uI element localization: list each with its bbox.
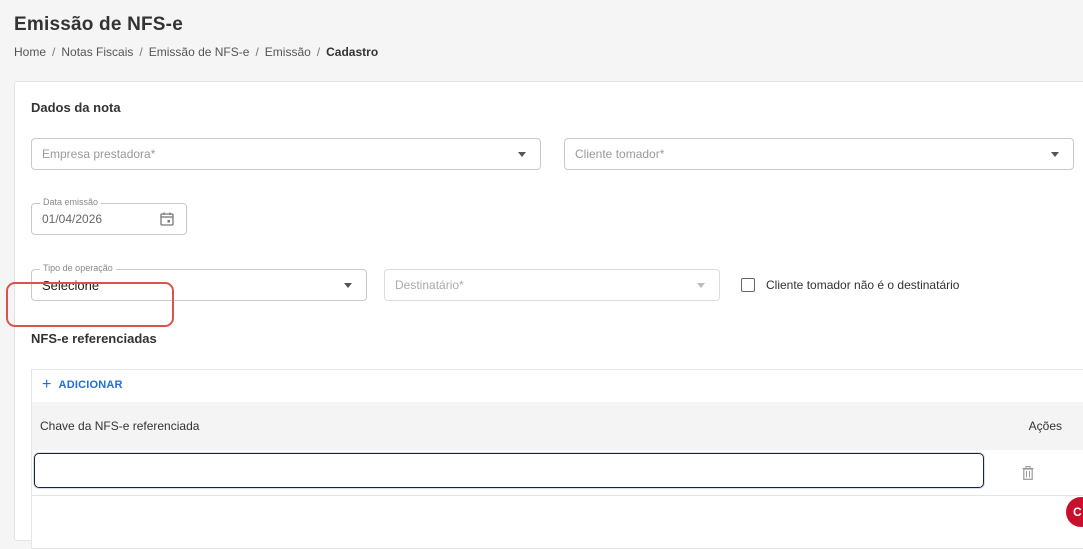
calendar-icon[interactable] [160,212,174,226]
breadcrumb-separator: / [316,45,321,59]
page-header: Emissão de NFS-e Home / Notas Fiscais / Emis… [14,14,378,59]
trash-icon[interactable] [1022,466,1034,480]
dropdown-arrow-icon [344,283,352,288]
data-emissao-label: Data emissão [40,197,102,207]
column-header-chave: Chave da NFS-e referenciada [40,419,200,433]
dropdown-arrow-icon [697,283,705,288]
empresa-prestadora-select[interactable]: Empresa prestadora* [31,138,541,170]
breadcrumb: Home / Notas Fiscais / Emissão de NFS-e / Emis… [14,45,378,59]
chave-nfse-input[interactable] [34,453,984,488]
tomador-nao-destinatario-checkbox[interactable] [741,278,755,292]
column-header-acoes: Ações [1028,419,1062,433]
destinatario-select[interactable]: Destinatário* [384,269,720,301]
destinatario-placeholder: Destinatário* [395,278,464,292]
section-title-dados-nota: Dados da nota [31,100,121,115]
section-title-nfse-referenciadas: NFS-e referenciadas [31,331,157,346]
breadcrumb-home[interactable]: Home [14,45,46,59]
form-card: Dados da nota Empresa prestadora* Client… [14,81,1083,549]
tomador-nao-destinatario-option[interactable]: Cliente tomador não é o destinatário [741,278,959,292]
tipo-operacao-select[interactable]: Tipo de operação Selecione [31,263,367,301]
breadcrumb-separator: / [139,45,143,59]
data-emissao-field[interactable]: Data emissão 01/04/2026 [31,197,187,235]
tipo-operacao-label: Tipo de operação [40,263,116,273]
dropdown-arrow-icon [518,152,526,157]
cliente-tomador-select[interactable]: Cliente tomador* [564,138,1074,170]
tomador-nao-destinatario-label: Cliente tomador não é o destinatário [766,278,960,292]
adicionar-label: ADICIONAR [58,379,123,391]
breadcrumb-notas-fiscais[interactable]: Notas Fiscais [61,45,133,59]
table-header: Chave da NFS-e referenciada Ações [32,402,1083,450]
page-title: Emissão de NFS-e [14,14,183,35]
tipo-operacao-value: Selecione [42,277,100,293]
empresa-prestadora-placeholder: Empresa prestadora* [42,147,156,161]
breadcrumb-separator: / [255,45,259,59]
adicionar-button[interactable]: + ADICIONAR [42,376,123,393]
table-row [32,450,1083,496]
data-emissao-value: 01/04/2026 [42,212,103,226]
breadcrumb-emissao[interactable]: Emissão [265,45,311,59]
breadcrumb-separator: / [52,45,56,59]
breadcrumb-emissao-nfse[interactable]: Emissão de NFS-e [149,45,250,59]
plus-icon: + [42,376,52,393]
breadcrumb-cadastro: Cadastro [326,45,379,59]
nfse-referenciadas-panel: + ADICIONAR Chave da NFS-e referenciada … [31,369,1083,549]
cliente-tomador-placeholder: Cliente tomador* [575,147,665,161]
dropdown-arrow-icon [1051,152,1059,157]
